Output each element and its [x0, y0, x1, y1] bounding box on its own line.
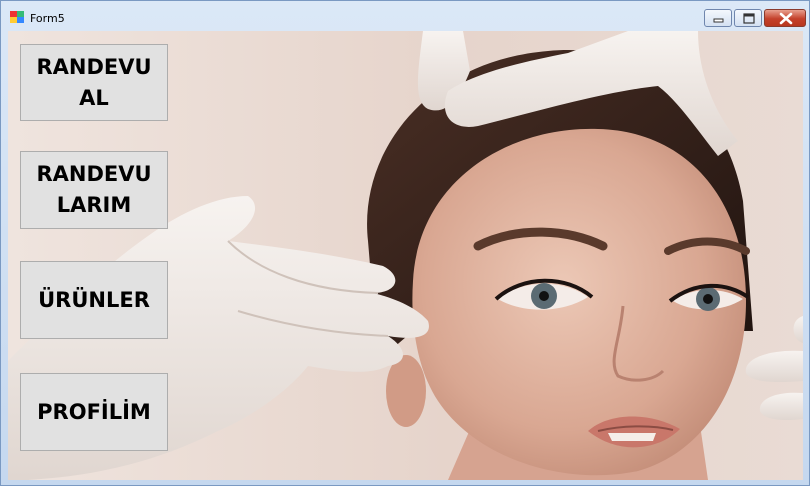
minimize-button[interactable]	[704, 9, 732, 27]
window-title: Form5	[30, 12, 65, 25]
app-window: Form5 RANDEVU AL RANDEVU LARIM ÜRÜNLER P…	[0, 0, 810, 486]
randevularim-button[interactable]: RANDEVU LARIM	[20, 151, 168, 229]
maximize-button[interactable]	[734, 9, 762, 27]
minimize-icon	[713, 18, 724, 23]
title-bar[interactable]: Form5	[1, 1, 809, 31]
urunler-button[interactable]: ÜRÜNLER	[20, 261, 168, 339]
randevu-al-button[interactable]: RANDEVU AL	[20, 44, 168, 121]
close-icon	[779, 12, 793, 25]
profilim-button[interactable]: PROFİLİM	[20, 373, 168, 451]
form-icon	[10, 11, 24, 23]
maximize-icon	[743, 13, 755, 24]
form-client-area: RANDEVU AL RANDEVU LARIM ÜRÜNLER PROFİLİ…	[8, 31, 803, 480]
close-button[interactable]	[764, 9, 806, 27]
